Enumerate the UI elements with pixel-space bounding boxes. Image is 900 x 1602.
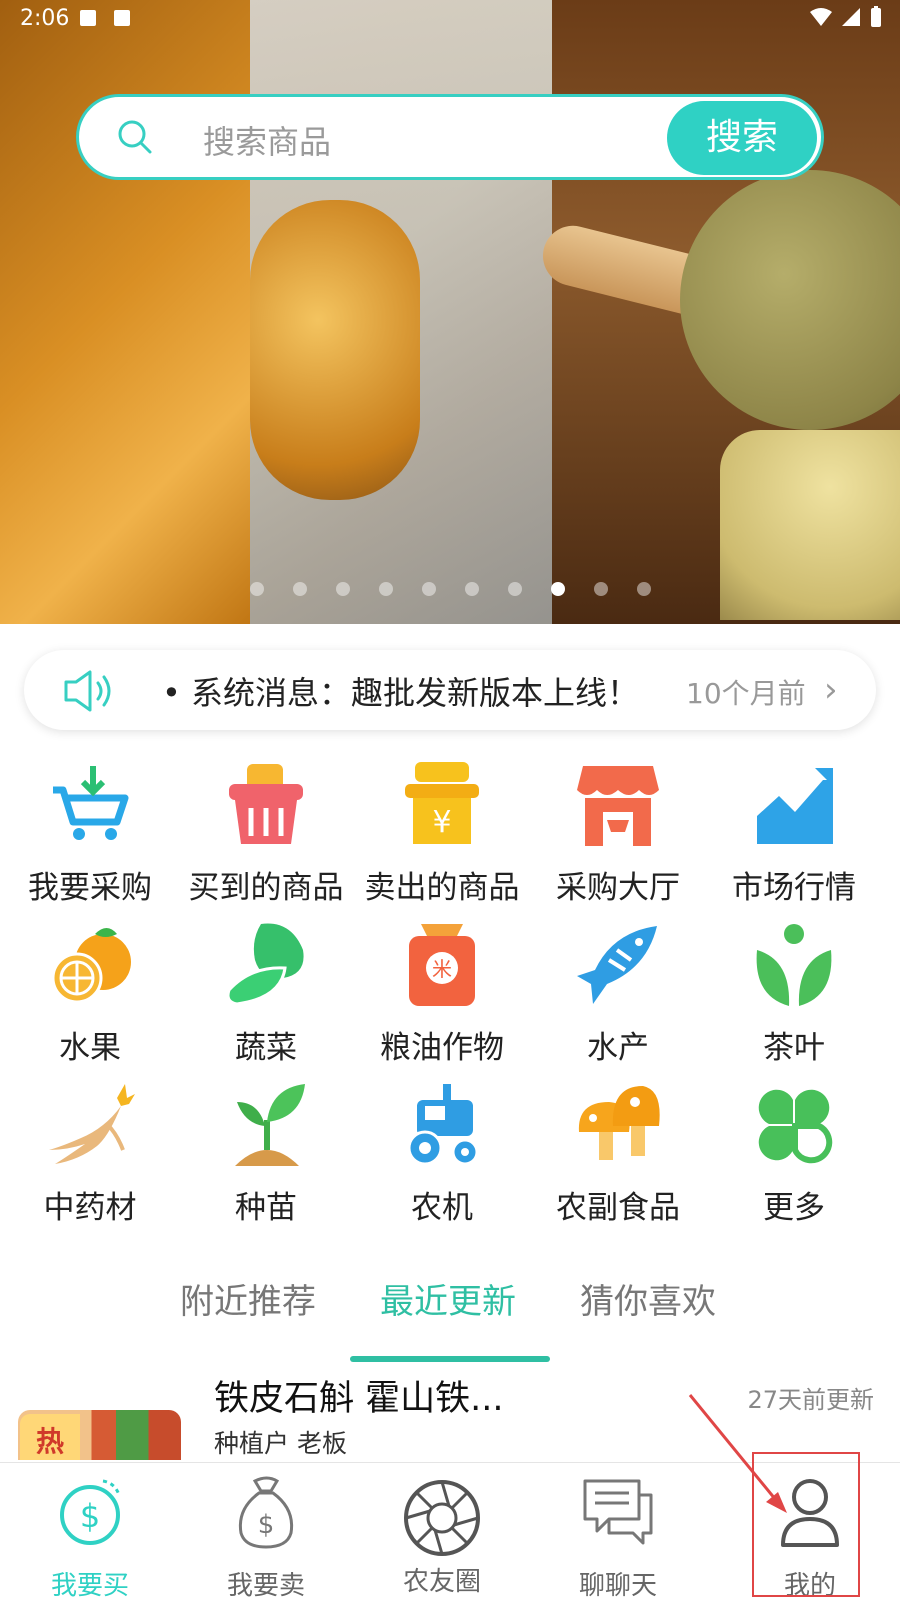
system-notice[interactable]: • 系统消息：趣批发新版本上线！ 10个月前 › [24,650,876,730]
carousel-dot[interactable] [378,582,393,596]
tab-buy[interactable]: $ 我要买 [0,1473,180,1602]
category-more[interactable]: 更多 [704,1080,884,1227]
tab-nearby[interactable]: 附近推荐 [180,1274,316,1323]
tab-chat[interactable]: 聊聊天 [528,1473,708,1602]
rice-bag-icon: 米 [409,924,475,1006]
category-vegetable[interactable]: 蔬菜 [176,920,356,1067]
speaker-icon [64,670,111,712]
chevron-right-icon: › [824,670,838,710]
search-bar[interactable]: 搜索商品 搜索 [76,94,824,180]
tab-recent[interactable]: 最近更新 [380,1274,516,1323]
tab-sell[interactable]: $ 我要卖 [176,1473,356,1602]
list-item[interactable]: 热 铁皮石斛 霍山铁... 种植户 老板 27天前更新 [0,1370,900,1460]
category-grain-oil[interactable]: 米 粮油作物 [352,920,532,1067]
category-seedling[interactable]: 种苗 [176,1080,356,1227]
search-input[interactable]: 搜索商品 [203,117,331,163]
notice-text: • 系统消息：趣批发新版本上线！ [162,674,640,712]
carousel-dots [0,582,900,596]
annotation-box [752,1452,860,1597]
more-clover-icon [758,1089,833,1164]
category-herbs[interactable]: 中药材 [0,1080,180,1227]
tractor-icon [407,1084,479,1166]
carousel-dot[interactable] [507,582,522,596]
carousel-dot[interactable] [335,582,350,596]
feed-tabs: 附近推荐 最近更新 猜你喜欢 [0,1250,900,1362]
mushroom-icon [578,1086,660,1160]
svg-text:米: 米 [432,957,452,981]
buy-coin-icon: $ [60,1479,121,1545]
shortcut-purchase-hall[interactable]: 采购大厅 [528,760,708,907]
battery-icon [871,6,881,27]
carousel-dot[interactable] [636,582,651,596]
carousel-dot[interactable] [593,582,608,596]
cart-download-icon [53,766,129,840]
notice-time: 10个月前 [686,677,806,710]
wifi-icon [810,8,832,26]
fish-icon [577,926,657,1004]
store-icon [577,766,659,846]
carousel-dot[interactable] [464,582,479,596]
trend-chart-icon [755,768,833,844]
yen-box-icon: ¥ [405,762,479,844]
product-title: 铁皮石斛 霍山铁... [214,1379,504,1419]
category-agri-food[interactable]: 农副食品 [528,1080,708,1227]
aperture-icon [404,1480,480,1556]
tab-circle[interactable]: 农友圈 [352,1479,532,1598]
status-time: 2:06 [20,6,70,31]
search-button[interactable]: 搜索 [667,101,817,175]
svg-text:$: $ [80,1497,100,1535]
orange-icon [51,928,131,1004]
product-updated: 27天前更新 [747,1386,874,1414]
app-notification-icon [114,10,130,26]
category-tea[interactable]: 茶叶 [704,920,884,1067]
ginseng-icon [49,1084,135,1164]
money-bag-icon: $ [238,1476,294,1549]
tea-leaf-icon [756,924,832,1006]
category-aquatic[interactable]: 水产 [528,920,708,1067]
vegetable-icon [226,923,304,1006]
svg-text:¥: ¥ [432,805,451,840]
sprout-icon [235,1084,305,1166]
tab-indicator [350,1356,550,1362]
shortcut-market[interactable]: 市场行情 [704,760,884,907]
signal-icon [842,8,860,26]
hot-badge: 热 [20,1414,80,1460]
carousel-dot[interactable] [292,582,307,596]
basket-icon [229,764,303,844]
shortcut-purchase[interactable]: 我要采购 [0,760,180,907]
category-farm-machinery[interactable]: 农机 [352,1080,532,1227]
tab-guess[interactable]: 猜你喜欢 [580,1274,716,1323]
shortcut-bought-goods[interactable]: 买到的商品 [176,760,356,907]
search-icon [118,120,152,154]
carousel-dot-active[interactable] [550,582,565,596]
shortcut-sold-goods[interactable]: ¥ 卖出的商品 [352,760,532,907]
category-fruit[interactable]: 水果 [0,920,180,1067]
chat-icon [583,1479,653,1545]
product-seller: 种植户 老板 [214,1429,347,1458]
image-notification-icon [80,10,96,26]
svg-text:$: $ [258,1510,275,1540]
status-bar: 2:06 [0,0,900,36]
carousel-dot[interactable] [421,582,436,596]
carousel-dot[interactable] [249,582,264,596]
